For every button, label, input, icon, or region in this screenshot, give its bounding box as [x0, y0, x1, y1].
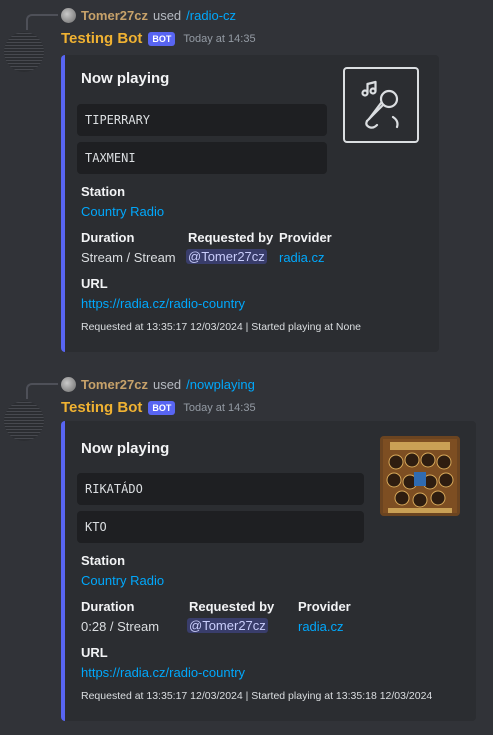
reply-avatar[interactable]: [61, 376, 76, 392]
song-artist-line: KTO: [77, 511, 364, 543]
provider-link[interactable]: radia.cz: [279, 250, 325, 265]
station-link[interactable]: Country Radio: [81, 573, 164, 588]
embed-title: Now playing: [81, 70, 170, 87]
timestamp[interactable]: Today at 14:35: [183, 33, 255, 45]
author-name[interactable]: Testing Bot: [61, 399, 142, 416]
bot-badge: BOT: [148, 31, 176, 46]
song-title-line: RIKATÁDO: [77, 473, 364, 505]
duration-value: Stream / Stream: [81, 250, 176, 265]
user-mention[interactable]: @Tomer27cz: [187, 618, 268, 633]
duration-label: Duration: [81, 230, 135, 245]
author-name[interactable]: Testing Bot: [61, 30, 142, 47]
embed-footer: Requested at 13:35:17 12/03/2024 | Start…: [81, 321, 362, 333]
bot-badge: BOT: [148, 400, 176, 415]
song-title-line: TIPERRARY: [77, 104, 327, 136]
embed-footer: Requested at 13:35:17 12/03/2024 | Start…: [81, 690, 433, 702]
timestamp[interactable]: Today at 14:35: [183, 402, 255, 414]
album-art-image[interactable]: [380, 436, 460, 516]
url-link[interactable]: https://radia.cz/radio-country: [81, 665, 245, 680]
now-playing-embed: Now playing TIPERRARY TAXMENI Station Co…: [61, 55, 439, 352]
user-mention[interactable]: @Tomer27cz: [186, 249, 267, 264]
reply-connector: [26, 14, 58, 30]
duration-label: Duration: [81, 599, 135, 614]
provider-link[interactable]: radia.cz: [298, 619, 344, 634]
reply-connector: [26, 383, 58, 399]
requested-by-label: Requested by: [188, 230, 274, 245]
requested-by-value: @Tomer27cz: [187, 618, 268, 633]
song-artist-line: TAXMENI: [77, 142, 327, 174]
message-header: Testing Bot BOT Today at 14:35: [61, 30, 256, 47]
reply-command[interactable]: /nowplaying: [186, 377, 255, 392]
requested-by-value: @Tomer27cz: [186, 249, 267, 264]
reply-used-text: used: [152, 7, 182, 23]
bot-avatar[interactable]: [4, 32, 44, 72]
station-label: Station: [81, 184, 126, 199]
bot-avatar[interactable]: [4, 401, 44, 441]
now-playing-embed: Now playing RIKATÁDO KTO Station Country…: [61, 421, 476, 721]
message-header: Testing Bot BOT Today at 14:35: [61, 399, 256, 416]
station-label: Station: [81, 553, 126, 568]
music-microphone-icon[interactable]: [343, 67, 419, 143]
reply-reference[interactable]: Tomer27cz used /radio-cz: [61, 6, 236, 24]
url-label: URL: [81, 276, 108, 291]
duration-value: 0:28 / Stream: [81, 619, 160, 634]
reply-command[interactable]: /radio-cz: [186, 8, 236, 23]
reply-username[interactable]: Tomer27cz: [81, 8, 148, 23]
url-link[interactable]: https://radia.cz/radio-country: [81, 296, 245, 311]
message-2: Tomer27cz used /nowplaying Testing Bot B…: [0, 369, 493, 735]
reply-reference[interactable]: Tomer27cz used /nowplaying: [61, 375, 255, 393]
embed-title: Now playing: [81, 440, 170, 457]
reply-used-text: used: [152, 376, 182, 392]
provider-label: Provider: [279, 230, 332, 245]
reply-avatar[interactable]: [61, 7, 76, 23]
url-label: URL: [81, 645, 108, 660]
requested-by-label: Requested by: [189, 599, 275, 614]
message-1: Tomer27cz used /radio-cz Testing Bot BOT…: [0, 0, 493, 360]
station-link[interactable]: Country Radio: [81, 204, 164, 219]
provider-label: Provider: [298, 599, 351, 614]
reply-username[interactable]: Tomer27cz: [81, 377, 148, 392]
